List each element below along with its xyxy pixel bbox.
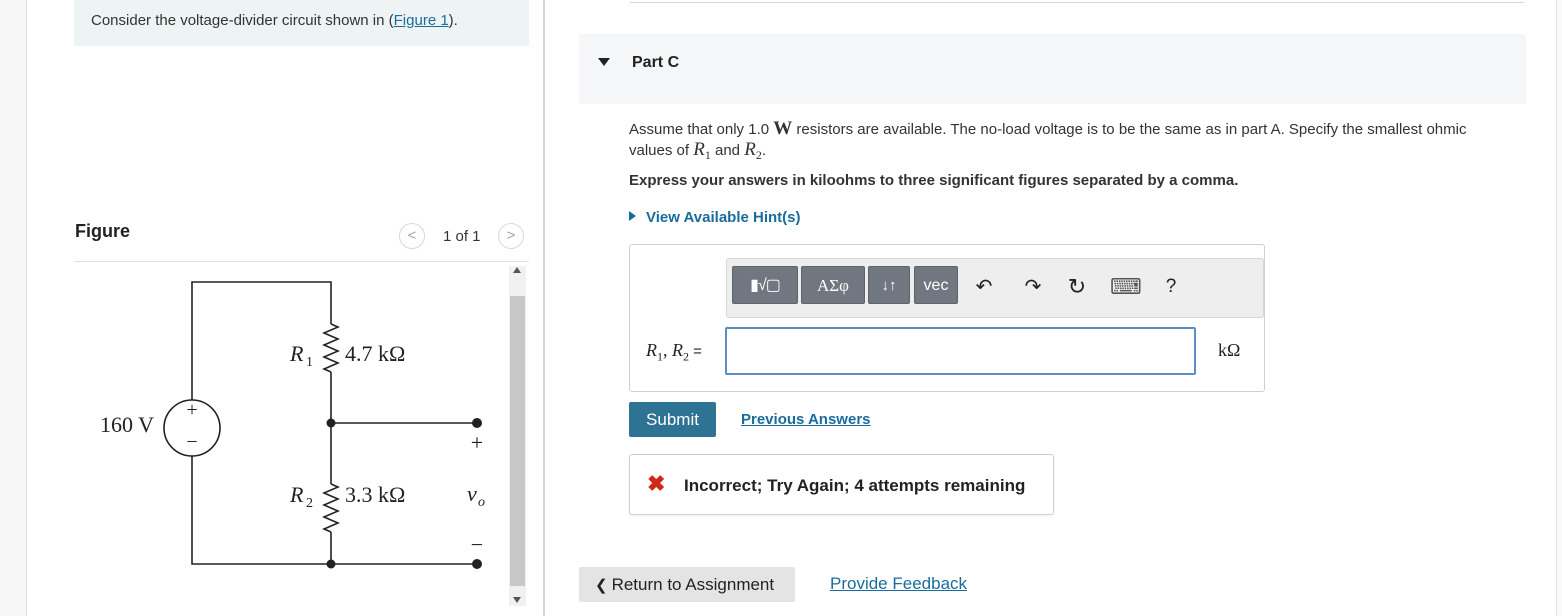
vector-button[interactable]: vec bbox=[914, 266, 958, 304]
terminal-top bbox=[472, 418, 482, 428]
undo-icon[interactable]: ↶ bbox=[972, 276, 996, 298]
page-scrollbar[interactable] bbox=[1556, 0, 1562, 616]
wire-bottom bbox=[191, 453, 477, 565]
node-bottom bbox=[326, 559, 336, 569]
node-top bbox=[326, 418, 336, 428]
previous-part-edge bbox=[630, 0, 1524, 3]
figure-prev-button[interactable]: < bbox=[399, 223, 425, 249]
expand-arrow-icon bbox=[629, 211, 636, 221]
var-r1: R bbox=[693, 139, 705, 160]
output-minus: − bbox=[471, 532, 483, 557]
answer-unit: kΩ bbox=[1218, 340, 1241, 360]
figure-divider bbox=[74, 261, 529, 262]
answer-instruction: Express your answers in kiloohms to thre… bbox=[629, 172, 1239, 189]
redo-icon[interactable]: ↷ bbox=[1021, 276, 1045, 298]
figure-heading: Figure bbox=[75, 221, 131, 241]
feedback-message: Incorrect; Try Again; 4 attempts remaini… bbox=[684, 476, 1026, 495]
answer-input[interactable] bbox=[725, 327, 1196, 375]
var-r2: R bbox=[744, 139, 756, 160]
output-plus: + bbox=[471, 430, 483, 455]
submit-button[interactable]: Submit bbox=[629, 402, 716, 437]
source-minus: − bbox=[186, 431, 197, 453]
chevron-left-icon: ❮ bbox=[595, 576, 608, 594]
intro-text-start: Consider the voltage-divider circuit sho… bbox=[91, 12, 394, 29]
output-variable: v bbox=[467, 481, 477, 506]
unit-watt: W bbox=[773, 118, 793, 139]
resistor-r2 bbox=[321, 483, 341, 533]
terminal-bottom bbox=[472, 559, 482, 569]
hint-link[interactable]: View Available Hint(s) bbox=[646, 209, 801, 226]
r2-subscript: 2 bbox=[306, 496, 313, 511]
part-title[interactable]: Part C bbox=[632, 54, 679, 72]
answer-label: R1, R2 = bbox=[646, 340, 702, 364]
scroll-up-arrow-icon[interactable] bbox=[513, 267, 521, 273]
incorrect-x-icon: ✖ bbox=[647, 471, 666, 496]
source-plus: + bbox=[186, 399, 197, 421]
arrows-button[interactable]: ↓↑ bbox=[868, 266, 910, 304]
intro-text-end: ). bbox=[448, 12, 458, 29]
output-subscript: o bbox=[478, 495, 485, 510]
keyboard-icon[interactable]: ⌨ bbox=[1110, 276, 1142, 298]
collapse-triangle-icon[interactable] bbox=[598, 58, 610, 66]
circuit-diagram: + − 160 V R 1 4.7 kΩ R 2 3.3 kΩ + v o − bbox=[100, 281, 485, 569]
left-margin bbox=[0, 0, 27, 616]
wire-top bbox=[191, 281, 332, 423]
source-voltage-label: 160 V bbox=[100, 412, 154, 437]
return-to-assignment-button[interactable]: ❮ Return to Assignment bbox=[579, 567, 795, 602]
resistor-r1 bbox=[321, 323, 341, 373]
r2-value: 3.3 kΩ bbox=[345, 482, 405, 507]
templates-button[interactable]: ▮√▢ bbox=[732, 266, 798, 304]
hint-toggle[interactable]: View Available Hint(s) bbox=[629, 209, 801, 226]
greek-symbols-button[interactable]: ΑΣφ bbox=[801, 266, 865, 304]
pane-divider[interactable] bbox=[543, 0, 545, 616]
part-header[interactable] bbox=[579, 34, 1526, 104]
provide-feedback-link[interactable]: Provide Feedback bbox=[830, 574, 967, 594]
scroll-down-arrow-icon[interactable] bbox=[513, 597, 521, 603]
r2-name: R bbox=[289, 482, 304, 507]
figure-counter: 1 of 1 bbox=[443, 228, 481, 245]
r1-value: 4.7 kΩ bbox=[345, 341, 405, 366]
figure-scrollbar-thumb[interactable] bbox=[510, 296, 525, 586]
figure-link[interactable]: Figure 1 bbox=[394, 12, 449, 29]
r1-subscript: 1 bbox=[306, 355, 313, 370]
intro-text: Consider the voltage-divider circuit sho… bbox=[91, 12, 458, 29]
question-text: Assume that only 1.0 W resistors are ava… bbox=[629, 118, 1467, 163]
reset-icon[interactable]: ↻ bbox=[1065, 276, 1089, 298]
r1-name: R bbox=[289, 341, 304, 366]
previous-answers-link[interactable]: Previous Answers bbox=[741, 411, 871, 428]
help-icon[interactable]: ? bbox=[1159, 276, 1183, 298]
figure-next-button[interactable]: > bbox=[498, 223, 524, 249]
